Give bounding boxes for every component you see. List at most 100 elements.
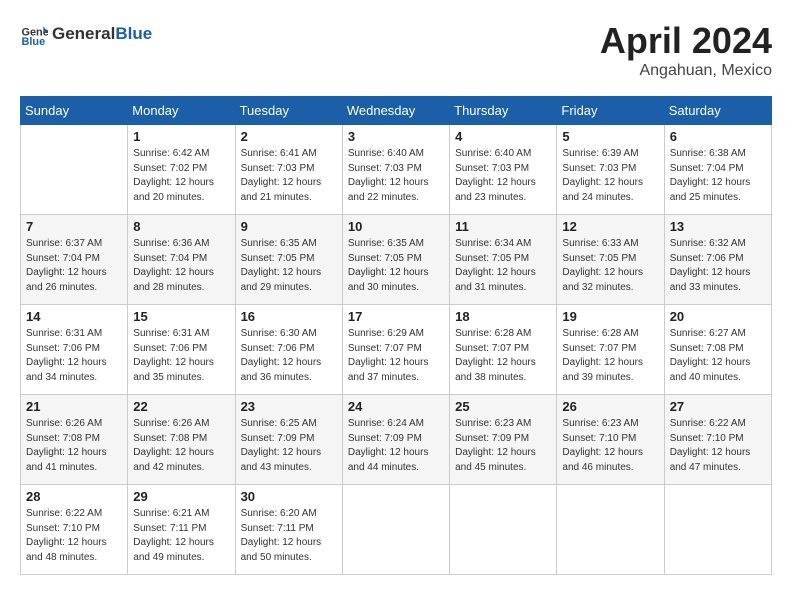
cell-sun-info: Sunrise: 6:32 AM Sunset: 7:06 PM Dayligh… <box>670 237 766 295</box>
calendar-cell: 14 Sunrise: 6:31 AM Sunset: 7:06 PM Dayli… <box>21 305 128 395</box>
cell-sun-info: Sunrise: 6:24 AM Sunset: 7:09 PM Dayligh… <box>348 417 444 475</box>
month-year-title: April 2024 <box>600 20 772 62</box>
calendar-cell: 25 Sunrise: 6:23 AM Sunset: 7:09 PM Dayli… <box>450 395 557 485</box>
day-number: 20 <box>670 309 766 324</box>
calendar-cell: 26Sunrise: 6:23 AM Sunset: 7:10 PM Dayli… <box>557 395 664 485</box>
calendar-cell: 19Sunrise: 6:28 AM Sunset: 7:07 PM Dayli… <box>557 305 664 395</box>
calendar-cell: 5 Sunrise: 6:39 AM Sunset: 7:03 PM Daylig… <box>557 125 664 215</box>
page-header: General Blue General Blue April 2024 Ang… <box>20 20 772 80</box>
cell-sun-info: Sunrise: 6:33 AM Sunset: 7:05 PM Dayligh… <box>562 237 658 295</box>
day-number: 18 <box>455 309 551 324</box>
cell-sun-info: Sunrise: 6:22 AM Sunset: 7:10 PM Dayligh… <box>26 507 122 565</box>
calendar-cell: 9 Sunrise: 6:35 AM Sunset: 7:05 PM Daylig… <box>235 215 342 305</box>
weekday-header-thursday: Thursday <box>450 97 557 125</box>
cell-sun-info: Sunrise: 6:22 AM Sunset: 7:10 PM Dayligh… <box>670 417 766 475</box>
calendar-cell: 20 Sunrise: 6:27 AM Sunset: 7:08 PM Dayli… <box>664 305 771 395</box>
day-number: 16 <box>241 309 337 324</box>
cell-sun-info: Sunrise: 6:25 AM Sunset: 7:09 PM Dayligh… <box>241 417 337 475</box>
calendar-week-row: 1Sunrise: 6:42 AM Sunset: 7:02 PM Daylig… <box>21 125 772 215</box>
calendar-cell: 1Sunrise: 6:42 AM Sunset: 7:02 PM Daylig… <box>128 125 235 215</box>
day-number: 2 <box>241 129 337 144</box>
cell-sun-info: Sunrise: 6:20 AM Sunset: 7:11 PM Dayligh… <box>241 507 337 565</box>
calendar-cell: 29Sunrise: 6:21 AM Sunset: 7:11 PM Dayli… <box>128 485 235 575</box>
cell-sun-info: Sunrise: 6:42 AM Sunset: 7:02 PM Dayligh… <box>133 147 229 205</box>
weekday-header-sunday: Sunday <box>21 97 128 125</box>
calendar-cell: 3 Sunrise: 6:40 AM Sunset: 7:03 PM Daylig… <box>342 125 449 215</box>
calendar-week-row: 7Sunrise: 6:37 AM Sunset: 7:04 PM Daylig… <box>21 215 772 305</box>
day-number: 12 <box>562 219 658 234</box>
cell-sun-info: Sunrise: 6:36 AM Sunset: 7:04 PM Dayligh… <box>133 237 229 295</box>
cell-sun-info: Sunrise: 6:26 AM Sunset: 7:08 PM Dayligh… <box>133 417 229 475</box>
logo-icon: General Blue <box>20 20 48 48</box>
weekday-header-monday: Monday <box>128 97 235 125</box>
day-number: 30 <box>241 489 337 504</box>
calendar-table: SundayMondayTuesdayWednesdayThursdayFrid… <box>20 96 772 575</box>
cell-sun-info: Sunrise: 6:30 AM Sunset: 7:06 PM Dayligh… <box>241 327 337 385</box>
day-number: 6 <box>670 129 766 144</box>
weekday-header-friday: Friday <box>557 97 664 125</box>
day-number: 28 <box>26 489 122 504</box>
weekday-header-row: SundayMondayTuesdayWednesdayThursdayFrid… <box>21 97 772 125</box>
cell-sun-info: Sunrise: 6:27 AM Sunset: 7:08 PM Dayligh… <box>670 327 766 385</box>
calendar-cell <box>557 485 664 575</box>
day-number: 14 <box>26 309 122 324</box>
svg-text:Blue: Blue <box>22 36 46 48</box>
day-number: 10 <box>348 219 444 234</box>
cell-sun-info: Sunrise: 6:35 AM Sunset: 7:05 PM Dayligh… <box>348 237 444 295</box>
calendar-cell: 15 Sunrise: 6:31 AM Sunset: 7:06 PM Dayli… <box>128 305 235 395</box>
location-subtitle: Angahuan, Mexico <box>600 62 772 80</box>
calendar-cell: 22 Sunrise: 6:26 AM Sunset: 7:08 PM Dayli… <box>128 395 235 485</box>
cell-sun-info: Sunrise: 6:23 AM Sunset: 7:09 PM Dayligh… <box>455 417 551 475</box>
calendar-week-row: 14 Sunrise: 6:31 AM Sunset: 7:06 PM Dayli… <box>21 305 772 395</box>
calendar-cell: 13 Sunrise: 6:32 AM Sunset: 7:06 PM Dayli… <box>664 215 771 305</box>
calendar-cell <box>342 485 449 575</box>
cell-sun-info: Sunrise: 6:31 AM Sunset: 7:06 PM Dayligh… <box>26 327 122 385</box>
calendar-week-row: 21 Sunrise: 6:26 AM Sunset: 7:08 PM Dayli… <box>21 395 772 485</box>
cell-sun-info: Sunrise: 6:28 AM Sunset: 7:07 PM Dayligh… <box>455 327 551 385</box>
day-number: 22 <box>133 399 229 414</box>
day-number: 11 <box>455 219 551 234</box>
day-number: 24 <box>348 399 444 414</box>
day-number: 27 <box>670 399 766 414</box>
cell-sun-info: Sunrise: 6:28 AM Sunset: 7:07 PM Dayligh… <box>562 327 658 385</box>
cell-sun-info: Sunrise: 6:31 AM Sunset: 7:06 PM Dayligh… <box>133 327 229 385</box>
calendar-cell: 23Sunrise: 6:25 AM Sunset: 7:09 PM Dayli… <box>235 395 342 485</box>
day-number: 8 <box>133 219 229 234</box>
calendar-cell: 16 Sunrise: 6:30 AM Sunset: 7:06 PM Dayli… <box>235 305 342 395</box>
cell-sun-info: Sunrise: 6:26 AM Sunset: 7:08 PM Dayligh… <box>26 417 122 475</box>
day-number: 4 <box>455 129 551 144</box>
calendar-cell: 8 Sunrise: 6:36 AM Sunset: 7:04 PM Daylig… <box>128 215 235 305</box>
calendar-cell: 17Sunrise: 6:29 AM Sunset: 7:07 PM Dayli… <box>342 305 449 395</box>
day-number: 3 <box>348 129 444 144</box>
calendar-cell: 21 Sunrise: 6:26 AM Sunset: 7:08 PM Dayli… <box>21 395 128 485</box>
calendar-cell: 18 Sunrise: 6:28 AM Sunset: 7:07 PM Dayli… <box>450 305 557 395</box>
cell-sun-info: Sunrise: 6:41 AM Sunset: 7:03 PM Dayligh… <box>241 147 337 205</box>
logo-blue-text: Blue <box>115 24 152 44</box>
calendar-week-row: 28 Sunrise: 6:22 AM Sunset: 7:10 PM Dayli… <box>21 485 772 575</box>
calendar-cell <box>450 485 557 575</box>
day-number: 21 <box>26 399 122 414</box>
day-number: 5 <box>562 129 658 144</box>
calendar-cell <box>664 485 771 575</box>
day-number: 9 <box>241 219 337 234</box>
day-number: 7 <box>26 219 122 234</box>
cell-sun-info: Sunrise: 6:29 AM Sunset: 7:07 PM Dayligh… <box>348 327 444 385</box>
calendar-cell: 27 Sunrise: 6:22 AM Sunset: 7:10 PM Dayli… <box>664 395 771 485</box>
cell-sun-info: Sunrise: 6:39 AM Sunset: 7:03 PM Dayligh… <box>562 147 658 205</box>
cell-sun-info: Sunrise: 6:34 AM Sunset: 7:05 PM Dayligh… <box>455 237 551 295</box>
calendar-cell: 12 Sunrise: 6:33 AM Sunset: 7:05 PM Dayli… <box>557 215 664 305</box>
weekday-header-saturday: Saturday <box>664 97 771 125</box>
title-block: April 2024 Angahuan, Mexico <box>600 20 772 80</box>
cell-sun-info: Sunrise: 6:35 AM Sunset: 7:05 PM Dayligh… <box>241 237 337 295</box>
calendar-cell: 11 Sunrise: 6:34 AM Sunset: 7:05 PM Dayli… <box>450 215 557 305</box>
logo: General Blue General Blue <box>20 20 152 48</box>
day-number: 15 <box>133 309 229 324</box>
calendar-cell: 2 Sunrise: 6:41 AM Sunset: 7:03 PM Daylig… <box>235 125 342 215</box>
logo-general-text: General <box>52 24 115 44</box>
cell-sun-info: Sunrise: 6:40 AM Sunset: 7:03 PM Dayligh… <box>455 147 551 205</box>
day-number: 13 <box>670 219 766 234</box>
cell-sun-info: Sunrise: 6:38 AM Sunset: 7:04 PM Dayligh… <box>670 147 766 205</box>
day-number: 25 <box>455 399 551 414</box>
weekday-header-wednesday: Wednesday <box>342 97 449 125</box>
cell-sun-info: Sunrise: 6:40 AM Sunset: 7:03 PM Dayligh… <box>348 147 444 205</box>
